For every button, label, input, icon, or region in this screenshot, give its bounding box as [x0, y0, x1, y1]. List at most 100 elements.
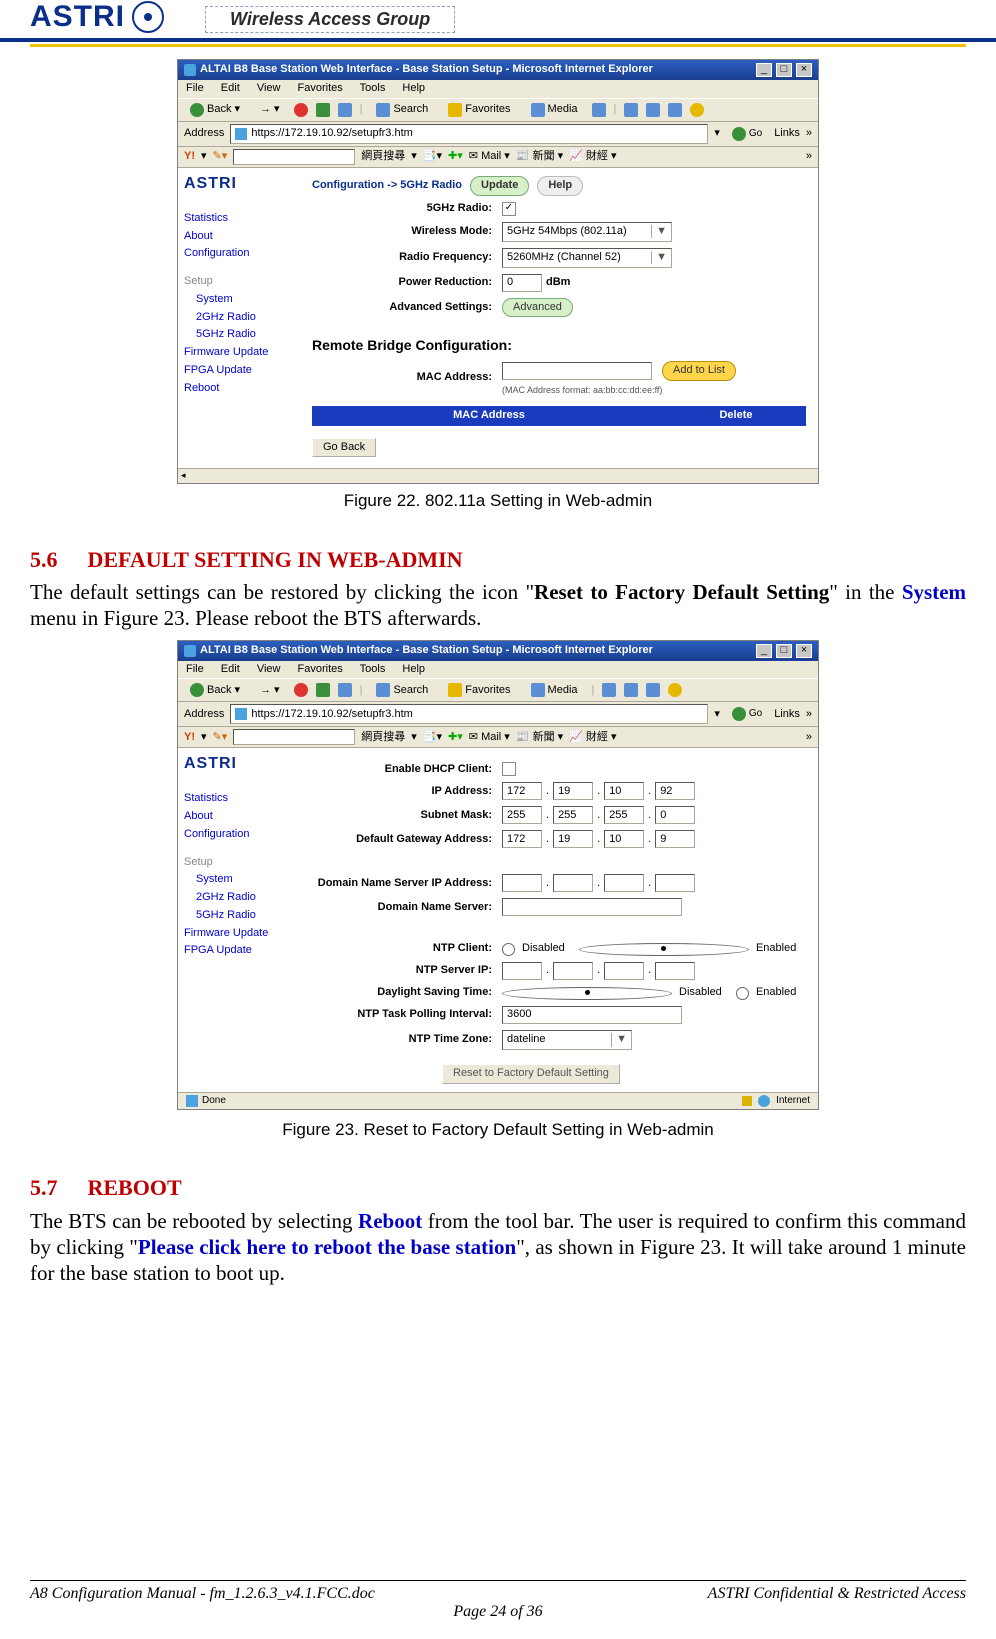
ntp-4[interactable]	[655, 962, 695, 980]
web-search-label[interactable]: 網頁搜尋	[361, 731, 405, 745]
discuss-icon[interactable]	[690, 103, 704, 117]
dnsip-3[interactable]	[604, 874, 644, 892]
radio-enabled-checkbox[interactable]	[502, 202, 516, 216]
window-buttons[interactable]: _ □ ×	[755, 63, 812, 77]
refresh-icon[interactable]	[316, 683, 330, 697]
ip-3[interactable]: 10	[604, 782, 644, 800]
mac-address-input[interactable]	[502, 362, 652, 380]
sidebar-firmware[interactable]: Firmware Update	[184, 927, 294, 941]
gw-3[interactable]: 10	[604, 830, 644, 848]
timezone-select[interactable]: dateline▼	[502, 1030, 632, 1050]
ntp-1[interactable]	[502, 962, 542, 980]
menu-view[interactable]: View	[257, 663, 281, 675]
yahoo-search-input[interactable]	[233, 729, 355, 745]
sidebar-configuration[interactable]: Configuration	[184, 828, 294, 842]
gw-1[interactable]: 172	[502, 830, 542, 848]
ntp-3[interactable]	[604, 962, 644, 980]
dnsip-2[interactable]	[553, 874, 593, 892]
plus-icon[interactable]: ✚▾	[448, 150, 463, 164]
media-button[interactable]: Media	[525, 681, 584, 699]
power-reduction-input[interactable]: 0	[502, 274, 542, 292]
update-button[interactable]: Update	[470, 176, 529, 196]
back-button[interactable]: Back ▾	[184, 101, 246, 119]
yahoo-icon[interactable]: Y!	[184, 150, 195, 164]
bookmark-icon[interactable]: 📑▾	[423, 150, 442, 164]
menu-view[interactable]: View	[257, 82, 281, 94]
finance-link[interactable]: 📈 財經 ▾	[569, 731, 616, 745]
ip-1[interactable]: 172	[502, 782, 542, 800]
dst-disabled-radio[interactable]	[502, 987, 672, 1000]
back-button[interactable]: Back ▾	[184, 681, 246, 699]
media-button[interactable]: Media	[525, 101, 584, 119]
discuss-icon[interactable]	[668, 683, 682, 697]
edit-icon[interactable]	[668, 103, 682, 117]
sidebar-reboot[interactable]: Reboot	[184, 382, 294, 396]
news-link[interactable]: 📰 新聞 ▾	[516, 731, 563, 745]
mail-icon[interactable]	[624, 103, 638, 117]
yahoo-icon[interactable]: Y!	[184, 731, 195, 745]
sidebar-firmware[interactable]: Firmware Update	[184, 346, 294, 360]
minimize-icon[interactable]: _	[756, 644, 772, 658]
menu-favorites[interactable]: Favorites	[298, 82, 343, 94]
links-label[interactable]: Links	[774, 708, 800, 722]
favorites-button[interactable]: Favorites	[442, 681, 516, 699]
menu-bar[interactable]: File Edit View Favorites Tools Help	[178, 661, 818, 679]
sidebar-configuration[interactable]: Configuration	[184, 247, 294, 261]
menu-tools[interactable]: Tools	[360, 663, 386, 675]
sidebar-about[interactable]: About	[184, 230, 294, 244]
mail-link[interactable]: ✉ Mail ▾	[469, 150, 510, 164]
mail-link[interactable]: ✉ Mail ▾	[469, 731, 510, 745]
mask-4[interactable]: 0	[655, 806, 695, 824]
search-button[interactable]: Search	[370, 101, 434, 119]
dnsip-4[interactable]	[655, 874, 695, 892]
dnsip-1[interactable]	[502, 874, 542, 892]
mask-2[interactable]: 255	[553, 806, 593, 824]
maximize-icon[interactable]: □	[776, 644, 792, 658]
go-button[interactable]: Go	[726, 125, 768, 143]
sidebar-2ghz[interactable]: 2GHz Radio	[184, 311, 294, 325]
home-icon[interactable]	[338, 683, 352, 697]
dns-input[interactable]	[502, 898, 682, 916]
poll-input[interactable]: 3600	[502, 1006, 682, 1024]
radio-frequency-select[interactable]: 5260MHz (Channel 52)▼	[502, 248, 672, 268]
links-label[interactable]: Links	[774, 127, 800, 141]
reset-factory-button[interactable]: Reset to Factory Default Setting	[442, 1064, 620, 1084]
menu-favorites[interactable]: Favorites	[298, 663, 343, 675]
mail-icon[interactable]	[602, 683, 616, 697]
web-search-label[interactable]: 網頁搜尋	[361, 150, 405, 164]
yahoo-search-input[interactable]	[233, 149, 355, 165]
sidebar-5ghz[interactable]: 5GHz Radio	[184, 909, 294, 923]
edit-icon[interactable]	[646, 683, 660, 697]
print-icon[interactable]	[624, 683, 638, 697]
gw-4[interactable]: 9	[655, 830, 695, 848]
sidebar-fpga[interactable]: FPGA Update	[184, 944, 294, 958]
minimize-icon[interactable]: _	[756, 63, 772, 77]
ip-4[interactable]: 92	[655, 782, 695, 800]
ntp-enabled-radio[interactable]	[579, 943, 749, 956]
menu-bar[interactable]: File Edit View Favorites Tools Help	[178, 80, 818, 98]
menu-tools[interactable]: Tools	[360, 82, 386, 94]
favorites-button[interactable]: Favorites	[442, 101, 516, 119]
wireless-mode-select[interactable]: 5GHz 54Mbps (802.11a)▼	[502, 222, 672, 242]
sidebar-about[interactable]: About	[184, 810, 294, 824]
yahoo-toolbar[interactable]: Y! ▾ ✎▾ 網頁搜尋 ▾ 📑▾ ✚▾ ✉ Mail ▾ 📰 新聞 ▾ 📈 財…	[178, 147, 818, 168]
sidebar-fpga[interactable]: FPGA Update	[184, 364, 294, 378]
ip-2[interactable]: 19	[553, 782, 593, 800]
plus-icon[interactable]: ✚▾	[448, 731, 463, 745]
scroll-left-icon[interactable]: ◂	[178, 470, 189, 481]
print-icon[interactable]	[646, 103, 660, 117]
dhcp-checkbox[interactable]	[502, 762, 516, 776]
menu-edit[interactable]: Edit	[221, 82, 240, 94]
pencil-icon[interactable]: ✎▾	[213, 731, 228, 745]
sidebar-2ghz[interactable]: 2GHz Radio	[184, 891, 294, 905]
toolbar[interactable]: Back ▾ → ▾ | Search Favorites	[178, 98, 818, 122]
stop-icon[interactable]	[294, 683, 308, 697]
refresh-icon[interactable]	[316, 103, 330, 117]
search-button[interactable]: Search	[370, 681, 434, 699]
ntp-disabled-radio[interactable]	[502, 943, 515, 956]
news-link[interactable]: 📰 新聞 ▾	[516, 150, 563, 164]
yahoo-toolbar[interactable]: Y! ▾ ✎▾ 網頁搜尋 ▾ 📑▾ ✚▾ ✉ Mail ▾ 📰 新聞 ▾ 📈 財…	[178, 727, 818, 748]
mask-3[interactable]: 255	[604, 806, 644, 824]
mask-1[interactable]: 255	[502, 806, 542, 824]
add-to-list-button[interactable]: Add to List	[662, 361, 736, 381]
